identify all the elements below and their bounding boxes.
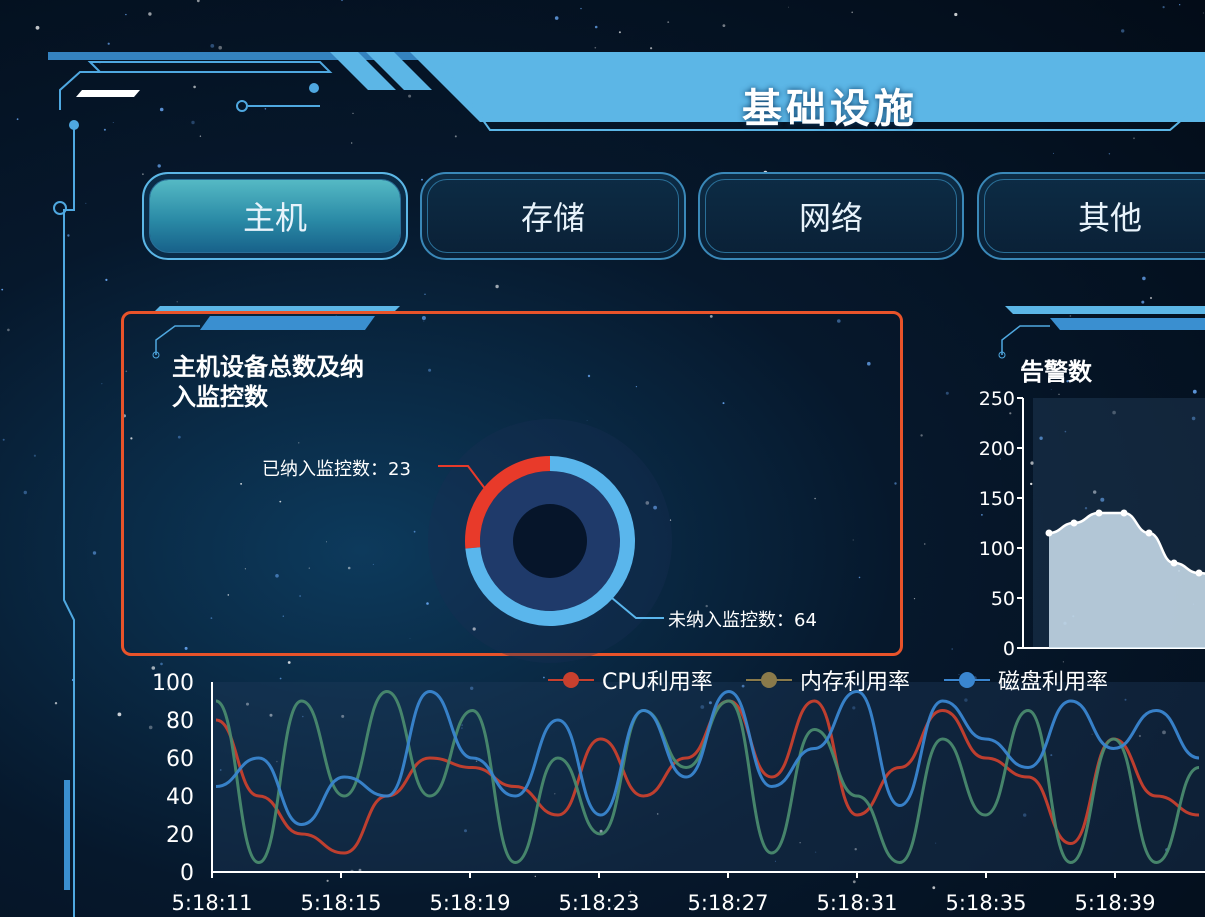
page-title: 基础设施 xyxy=(742,86,918,132)
legend-memory[interactable]: 内存利用率 xyxy=(746,664,910,696)
tab-storage[interactable]: 存储 xyxy=(420,172,686,260)
host-panel-title-line2: 入监控数 xyxy=(172,383,268,411)
tab-other-label: 其他 xyxy=(1077,199,1142,237)
legend-memory-swatch xyxy=(746,670,792,690)
monitored-label: 已纳入监控数：23 xyxy=(262,459,411,480)
tab-host[interactable]: 主机 xyxy=(142,172,408,260)
host-panel-title: 主机设备总数及纳 入监控数 xyxy=(172,352,412,412)
legend-disk[interactable]: 磁盘利用率 xyxy=(944,664,1108,696)
unmonitored-label: 未纳入监控数：64 xyxy=(668,610,817,631)
tab-network[interactable]: 网络 xyxy=(698,172,964,260)
tab-host-label: 主机 xyxy=(242,199,307,237)
legend-disk-swatch xyxy=(944,670,990,690)
legend-cpu-swatch xyxy=(548,670,594,690)
alarm-panel-title: 告警数 xyxy=(1020,358,1092,386)
tab-storage-label: 存储 xyxy=(520,199,585,237)
tab-network-label: 网络 xyxy=(798,199,863,237)
legend-memory-label: 内存利用率 xyxy=(800,670,911,695)
legend-cpu-label: CPU利用率 xyxy=(602,670,713,695)
host-panel-title-line1: 主机设备总数及纳 xyxy=(172,353,364,381)
legend-cpu[interactable]: CPU利用率 xyxy=(548,664,713,696)
tab-other[interactable]: 其他 xyxy=(977,172,1205,260)
legend-disk-label: 磁盘利用率 xyxy=(998,670,1109,695)
